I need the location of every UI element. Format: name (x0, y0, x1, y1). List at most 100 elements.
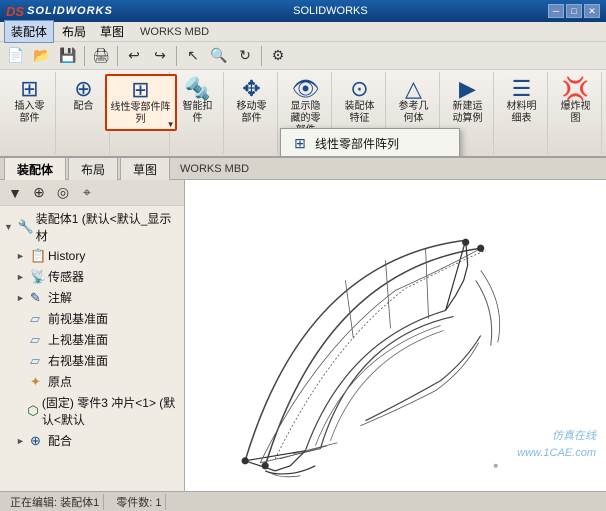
ribbon-group-linear: ⊞ 线性零部件阵列 ▼ (112, 72, 170, 154)
lp-config-button[interactable]: ⌖ (76, 182, 98, 204)
menu-mbd[interactable]: WORKS MBD (132, 23, 217, 41)
maximize-button[interactable]: □ (566, 4, 582, 18)
tab-layout[interactable]: 布局 (68, 157, 118, 181)
tab-sketch[interactable]: 草图 (120, 157, 170, 181)
lp-add-button[interactable]: ⊕ (28, 182, 50, 204)
toolbar-open[interactable]: 📂 (30, 44, 54, 68)
origin-label: 原点 (48, 373, 72, 390)
tab-mbd[interactable]: WORKS MBD (172, 160, 257, 178)
insert-part-icon: ⊞ (20, 78, 38, 100)
annotations-label: 注解 (48, 289, 72, 306)
tree-front-plane[interactable]: ▱ 前视基准面 (0, 308, 184, 329)
mates-icon: ⊕ (30, 433, 46, 449)
lp-search-button[interactable]: ◎ (52, 182, 74, 204)
explode-button[interactable]: 💢 爆炸视图 (553, 74, 599, 129)
logo-ds-text: DS (6, 4, 24, 19)
ribbon-group-assembly: ⊕ 配合 (58, 72, 110, 154)
toolbar-redo[interactable]: ↪ (148, 44, 172, 68)
asm-feature-icon: ⊙ (350, 78, 368, 100)
ribbon-group-fastener: 🔩 智能扣件 (172, 72, 224, 154)
tab-assembly[interactable]: 装配体 (4, 156, 66, 181)
smart-fastener-icon: 🔩 (184, 78, 211, 100)
ribbon-group-move: ✥ 移动零部件 (226, 72, 278, 154)
top-plane-label: 上视基准面 (48, 331, 108, 348)
left-panel: ▼ ⊕ ◎ ⌖ ▼ 🔧 装配体1 (默认<默认_显示材 ► 📋 History … (0, 180, 185, 491)
menubar: 装配体 布局 草图 WORKS MBD (0, 22, 606, 42)
toolbar-new[interactable]: 📄 (4, 44, 28, 68)
linear-array-label: 线性零部件阵列 (315, 135, 399, 152)
feature-tree: ▼ 🔧 装配体1 (默认<默认_显示材 ► 📋 History ► 📡 传感器 … (0, 206, 184, 491)
new-motion-icon: ▶ (459, 78, 476, 100)
tree-root[interactable]: ▼ 🔧 装配体1 (默认<默认_显示材 (0, 208, 184, 246)
toolbar-print[interactable]: 🖨 (89, 44, 113, 68)
logo-sw-text: SOLIDWORKS (27, 5, 113, 17)
ref-geom-button[interactable]: △ 参考几何体 (391, 74, 437, 129)
insert-part-button[interactable]: ⊞ 插入零部件 (7, 74, 53, 129)
mates-arrow: ► (16, 436, 28, 446)
front-plane-icon: ▱ (30, 311, 46, 327)
bom-label: 材料明细表 (507, 101, 537, 125)
move-part-button[interactable]: ✥ 移动零部件 (229, 74, 275, 129)
menu-layout[interactable]: 布局 (56, 21, 92, 42)
sensors-label: 传感器 (48, 268, 84, 285)
mates-label: 配合 (48, 432, 72, 449)
tree-sensors[interactable]: ► 📡 传感器 (0, 266, 184, 287)
top-plane-icon: ▱ (30, 332, 46, 348)
tree-origin[interactable]: ✦ 原点 (0, 371, 184, 392)
toolbar-sep-3 (176, 46, 177, 66)
toolbar-save[interactable]: 💾 (56, 44, 80, 68)
status-editing: 正在编辑: 装配体1 (6, 494, 104, 510)
show-hidden-icon: 👁 (292, 78, 320, 100)
minimize-button[interactable]: ─ (548, 4, 564, 18)
asm-feature-button[interactable]: ⊙ 装配体特征 (337, 74, 383, 129)
ref-geom-icon: △ (405, 78, 422, 100)
close-button[interactable]: ✕ (584, 4, 600, 18)
dropdown-circular-array[interactable]: ◎ 圆周零部件阵列 (281, 156, 459, 158)
tabbar: 装配体 布局 草图 WORKS MBD (0, 158, 606, 180)
bom-icon: ☰ (512, 78, 532, 100)
tree-mates[interactable]: ► ⊕ 配合 (0, 430, 184, 451)
toolbar-zoom[interactable]: 🔍 (207, 44, 231, 68)
tree-part1[interactable]: ⬡ (固定) 零件3 冲片<1> (默认<默认 (0, 392, 184, 430)
linear-pattern-icon: ⊞ (131, 79, 149, 101)
dropdown-menu: ⊞ 线性零部件阵列 ◎ 圆周零部件阵列 ⊞ 阵列驱动零部件阵列 ✎ 草图驱动零部… (280, 128, 460, 158)
toolbar-select[interactable]: ↖ (181, 44, 205, 68)
part1-label: (固定) 零件3 冲片<1> (默认<默认 (42, 394, 180, 428)
ribbon-group-explode: 💢 爆炸视图 (550, 72, 602, 154)
sensors-arrow: ► (16, 272, 28, 282)
tree-annotations[interactable]: ► ✎ 注解 (0, 287, 184, 308)
window-title: SOLIDWORKS (119, 5, 542, 17)
status-parts: 零件数: 1 (112, 494, 166, 510)
insert-part-label: 插入零部件 (15, 101, 45, 125)
sensors-icon: 📡 (30, 269, 46, 285)
tree-right-plane[interactable]: ▱ 右视基准面 (0, 350, 184, 371)
toolbar-options[interactable]: ⚙ (266, 44, 290, 68)
menu-assembly[interactable]: 装配体 (4, 20, 54, 43)
toolbar-sep-4 (261, 46, 262, 66)
toolbar-undo[interactable]: ↩ (122, 44, 146, 68)
toolbar-rotate[interactable]: ↻ (233, 44, 257, 68)
tree-top-plane[interactable]: ▱ 上视基准面 (0, 329, 184, 350)
new-motion-label: 新建运动算例 (453, 101, 483, 125)
history-label: History (48, 249, 85, 263)
window-controls: ─ □ ✕ (548, 4, 600, 18)
status-bar: 正在编辑: 装配体1 零件数: 1 (0, 491, 606, 511)
smart-fastener-button[interactable]: 🔩 智能扣件 (175, 74, 221, 129)
dropdown-linear-array[interactable]: ⊞ 线性零部件阵列 (281, 131, 459, 156)
tree-history[interactable]: ► 📋 History (0, 246, 184, 266)
new-motion-button[interactable]: ▶ 新建运动算例 (445, 74, 491, 129)
assembly-button[interactable]: ⊕ 配合 (61, 74, 107, 117)
menu-sketch[interactable]: 草图 (94, 21, 130, 42)
dropdown-arrow-icon: ▼ (167, 120, 175, 129)
lp-filter-button[interactable]: ▼ (4, 182, 26, 204)
annotations-icon: ✎ (30, 290, 46, 306)
cad-viewport[interactable]: 仿真在线 www.1CAE.com (185, 180, 606, 491)
main-toolbar: 📄 📂 💾 🖨 ↩ ↪ ↖ 🔍 ↻ ⚙ (0, 42, 606, 70)
ref-geom-label: 参考几何体 (399, 101, 429, 125)
bom-button[interactable]: ☰ 材料明细表 (499, 74, 545, 129)
ribbon-group-bom: ☰ 材料明细表 (496, 72, 548, 154)
front-plane-label: 前视基准面 (48, 310, 108, 327)
tree-root-label: 装配体1 (默认<默认_显示材 (36, 210, 180, 244)
right-plane-icon: ▱ (30, 353, 46, 369)
linear-pattern-button[interactable]: ⊞ 线性零部件阵列 ▼ (105, 74, 177, 131)
